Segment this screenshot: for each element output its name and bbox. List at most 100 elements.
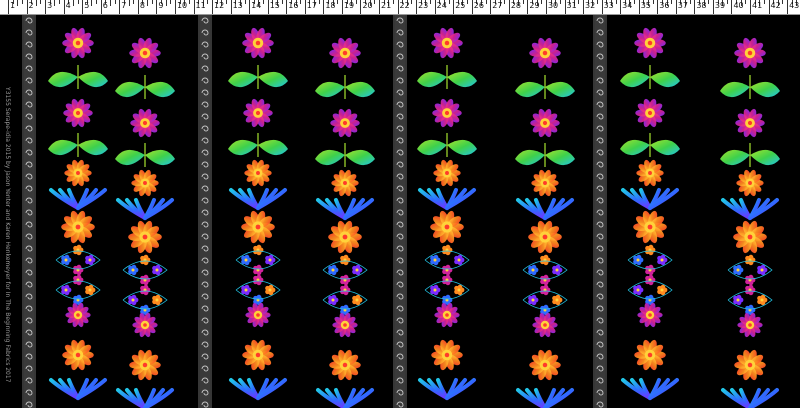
ruler-number: 8	[139, 1, 145, 10]
flower-center-dot	[342, 362, 348, 368]
ruler-minor-tick	[40, 0, 42, 4]
ruler-major-tick	[100, 0, 102, 14]
ruler-number: 29	[529, 1, 540, 10]
selvage-edge: Y3155 Serape-idia 2015 by Jason Yenter a…	[0, 15, 12, 408]
flower-center-dot	[445, 171, 449, 175]
fabric-pattern	[0, 15, 800, 408]
ruler-major-tick	[193, 0, 195, 14]
ruler-number: 18	[325, 1, 336, 10]
ruler-number: 33	[603, 1, 614, 10]
blossom-center	[433, 288, 437, 292]
border-stripe-band	[200, 15, 210, 408]
ruler-minor-tick	[355, 0, 357, 4]
ruler-minor-tick	[504, 0, 506, 4]
ruler-minor-tick	[596, 0, 598, 4]
ruler-major-tick	[434, 0, 436, 14]
swirl-border-stripe	[393, 15, 407, 408]
ruler-minor-tick	[541, 0, 543, 4]
ruler-number: 27	[492, 1, 503, 10]
ruler-number: 37	[677, 1, 688, 10]
ruler-minor-tick	[128, 0, 130, 6]
ruler-number: 41	[752, 1, 763, 10]
ruler-major-tick	[768, 0, 770, 14]
ruler-number: 13	[232, 1, 243, 10]
flower-center-dot	[76, 171, 80, 175]
flower-center-dot	[75, 40, 81, 46]
ruler-major-tick	[212, 0, 214, 14]
ruler-minor-tick	[133, 0, 135, 4]
ruler-major-tick	[787, 0, 789, 14]
ruler-major-tick	[286, 0, 288, 14]
blossom-center	[736, 268, 740, 272]
ruler-number: 6	[102, 1, 108, 10]
ruler-number: 39	[714, 1, 726, 10]
ruler-major-tick	[26, 0, 28, 14]
ruler-minor-tick	[35, 0, 37, 6]
flower-center-dot	[444, 110, 450, 116]
flower-center-dot	[256, 313, 260, 317]
blossom-center	[155, 298, 159, 302]
flower-center-dot	[75, 224, 81, 230]
ruler-number: 32	[585, 1, 596, 10]
ruler-minor-tick	[763, 0, 765, 4]
flower-center-dot	[648, 171, 652, 175]
ruler-major-tick	[174, 0, 176, 14]
ruler-number: 26	[473, 1, 484, 10]
ruler-major-tick	[620, 0, 622, 14]
blossom-center	[131, 268, 135, 272]
blossom-center	[88, 258, 92, 262]
ruler-minor-tick	[634, 0, 636, 4]
ruler-major-tick	[360, 0, 362, 14]
ruler-minor-tick	[467, 0, 469, 4]
blossom-center	[531, 268, 535, 272]
swirl-border-stripe	[22, 15, 36, 408]
ruler-number: 25	[455, 1, 466, 10]
blossom-center	[131, 298, 135, 302]
blossom-center	[760, 298, 764, 302]
border-stripe-band	[395, 15, 405, 408]
ruler-minor-tick	[411, 0, 413, 4]
flower-center-dot	[142, 362, 148, 368]
ruler-minor-tick	[77, 0, 79, 4]
ruler-minor-tick	[165, 0, 167, 6]
ruler-major-tick	[304, 0, 306, 14]
flower-center-dot	[142, 234, 148, 240]
ruler-minor-tick	[17, 0, 19, 6]
ruler-minor-tick	[151, 0, 153, 4]
blossom-center	[760, 268, 764, 272]
flower-center-dot	[255, 110, 261, 116]
ruler-minor-tick	[114, 0, 116, 4]
ruler-major-tick	[675, 0, 677, 14]
ruler-number: 31	[566, 1, 577, 10]
flower-center-dot	[445, 313, 449, 317]
ruler-minor-tick	[374, 0, 376, 4]
blossom-center	[331, 298, 335, 302]
ruler-major-tick	[694, 0, 696, 14]
ruler-major-tick	[508, 0, 510, 14]
ruler-number: 3	[47, 1, 53, 10]
ruler-major-tick	[249, 0, 251, 14]
swirl-border-stripe	[198, 15, 212, 408]
ruler-major-tick	[490, 0, 492, 14]
ruler-number: 23	[418, 1, 429, 10]
ruler-major-tick	[471, 0, 473, 14]
blossom-center	[457, 288, 461, 292]
ruler-minor-tick	[782, 0, 784, 4]
ruler-minor-tick	[318, 0, 320, 4]
blossom-center	[433, 258, 437, 262]
ruler-minor-tick	[559, 0, 561, 4]
flower-center-dot	[444, 224, 450, 230]
ruler-number: 7	[121, 1, 127, 10]
selvage-text: Y3155 Serape-idia 2015 by Jason Yenter a…	[4, 87, 11, 383]
blossom-center	[355, 298, 359, 302]
flower-center-dot	[647, 352, 653, 358]
ruler-major-tick	[638, 0, 640, 14]
ruler-major-tick	[137, 0, 139, 14]
ruler-minor-tick	[726, 0, 728, 4]
flower-center-dot	[342, 120, 348, 126]
flower-center-dot	[75, 110, 81, 116]
flower-center-dot	[76, 313, 80, 317]
ruler-major-tick	[564, 0, 566, 14]
flower-center-dot	[256, 171, 260, 175]
ruler-minor-tick	[188, 0, 190, 4]
